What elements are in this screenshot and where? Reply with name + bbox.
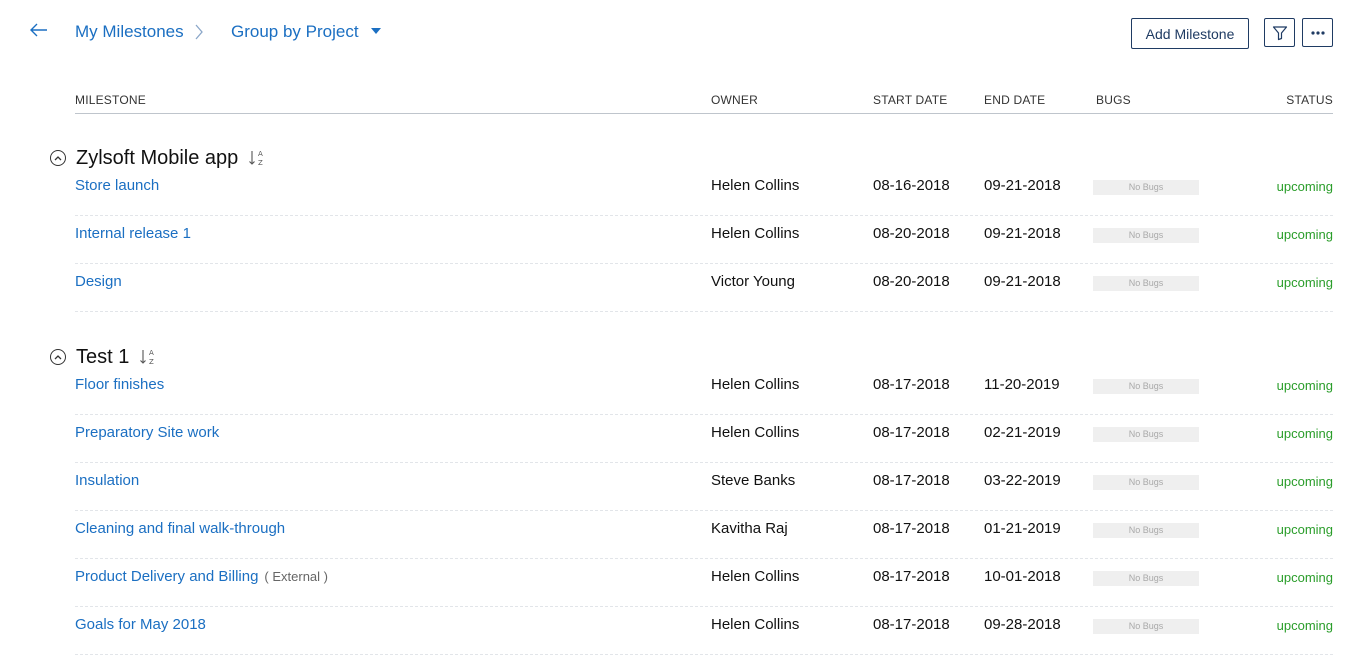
end-date-cell: 01-21-2019 xyxy=(984,520,1061,537)
column-header-status: STATUS xyxy=(1286,93,1333,107)
table-row: Product Delivery and Billing ( External )… xyxy=(75,559,1333,607)
table-row: Internal release 1 Helen Collins 08-20-2… xyxy=(75,216,1333,264)
milestone-link[interactable]: Preparatory Site work xyxy=(75,424,219,441)
table-header: MILESTONE OWNER START DATE END DATE BUGS… xyxy=(75,88,1333,114)
owner-cell: Helen Collins xyxy=(711,424,800,441)
start-date-cell: 08-17-2018 xyxy=(873,424,950,441)
start-date-cell: 08-17-2018 xyxy=(873,520,950,537)
start-date-cell: 08-20-2018 xyxy=(873,225,950,242)
group-title: Test 1 xyxy=(76,345,130,368)
end-date-cell: 09-21-2018 xyxy=(984,225,1061,242)
filter-icon xyxy=(1272,25,1287,40)
table-row: Preparatory Site work Helen Collins 08-1… xyxy=(75,415,1333,463)
collapse-icon[interactable] xyxy=(50,150,66,166)
milestone-link[interactable]: Cleaning and final walk-through xyxy=(75,520,285,537)
svg-text:A: A xyxy=(149,349,154,357)
milestone-link[interactable]: Goals for May 2018 xyxy=(75,616,206,633)
milestone-link[interactable]: Insulation xyxy=(75,472,139,489)
owner-cell: Steve Banks xyxy=(711,472,796,489)
status-badge: upcoming xyxy=(1276,227,1333,242)
sort-alpha-icon[interactable]: A Z xyxy=(139,348,157,366)
more-horizontal-icon xyxy=(1310,30,1325,35)
column-header-end-date: END DATE xyxy=(984,93,1046,107)
start-date-cell: 08-16-2018 xyxy=(873,177,950,194)
owner-cell: Helen Collins xyxy=(711,568,800,585)
column-header-start-date: START DATE xyxy=(873,93,948,107)
bugs-badge: No Bugs xyxy=(1093,619,1199,634)
start-date-cell: 08-17-2018 xyxy=(873,376,950,393)
bugs-badge: No Bugs xyxy=(1093,379,1199,394)
column-header-owner: OWNER xyxy=(711,93,758,107)
bugs-badge: No Bugs xyxy=(1093,228,1199,243)
table-row: Goals for May 2018 Helen Collins 08-17-2… xyxy=(75,607,1333,655)
svg-text:Z: Z xyxy=(149,358,154,366)
status-badge: upcoming xyxy=(1276,378,1333,393)
group-title: Zylsoft Mobile app xyxy=(76,146,239,169)
milestone-link[interactable]: Floor finishes xyxy=(75,376,164,393)
bugs-badge: No Bugs xyxy=(1093,180,1199,195)
end-date-cell: 03-22-2019 xyxy=(984,472,1061,489)
more-options-button[interactable] xyxy=(1302,18,1333,47)
start-date-cell: 08-17-2018 xyxy=(873,616,950,633)
group-by-dropdown[interactable]: Group by Project xyxy=(231,22,381,42)
status-badge: upcoming xyxy=(1276,179,1333,194)
status-badge: upcoming xyxy=(1276,522,1333,537)
status-badge: upcoming xyxy=(1276,275,1333,290)
milestone-link[interactable]: Store launch xyxy=(75,177,159,194)
bugs-badge: No Bugs xyxy=(1093,571,1199,586)
start-date-cell: 08-20-2018 xyxy=(873,273,950,290)
status-badge: upcoming xyxy=(1276,570,1333,585)
bugs-badge: No Bugs xyxy=(1093,475,1199,490)
end-date-cell: 02-21-2019 xyxy=(984,424,1061,441)
owner-cell: Helen Collins xyxy=(711,616,800,633)
start-date-cell: 08-17-2018 xyxy=(873,472,950,489)
back-arrow-icon[interactable] xyxy=(30,20,54,44)
caret-down-icon xyxy=(370,27,381,34)
owner-cell: Helen Collins xyxy=(711,225,800,242)
status-badge: upcoming xyxy=(1276,426,1333,441)
status-badge: upcoming xyxy=(1276,474,1333,489)
top-bar: My Milestones Group by Project Add Miles… xyxy=(0,0,1361,66)
table-row: Insulation Steve Banks 08-17-2018 03-22-… xyxy=(75,463,1333,511)
breadcrumb-my-milestones[interactable]: My Milestones xyxy=(75,22,184,42)
table-row: Store launch Helen Collins 08-16-2018 09… xyxy=(75,168,1333,216)
external-tag: ( External ) xyxy=(264,569,328,584)
owner-cell: Kavitha Raj xyxy=(711,520,788,537)
end-date-cell: 09-21-2018 xyxy=(984,177,1061,194)
milestone-cell: Product Delivery and Billing ( External ) xyxy=(75,568,328,585)
table-row: Design Victor Young 08-20-2018 09-21-201… xyxy=(75,264,1333,312)
collapse-icon[interactable] xyxy=(50,349,66,365)
status-badge: upcoming xyxy=(1276,618,1333,633)
milestone-link[interactable]: Internal release 1 xyxy=(75,225,191,242)
filter-button[interactable] xyxy=(1264,18,1295,47)
end-date-cell: 10-01-2018 xyxy=(984,568,1061,585)
owner-cell: Helen Collins xyxy=(711,177,800,194)
bugs-badge: No Bugs xyxy=(1093,427,1199,442)
milestone-link[interactable]: Product Delivery and Billing xyxy=(75,568,258,585)
column-header-bugs: BUGS xyxy=(1096,93,1131,107)
group-by-label: Group by Project xyxy=(231,22,359,41)
add-milestone-button[interactable]: Add Milestone xyxy=(1131,18,1249,49)
end-date-cell: 09-28-2018 xyxy=(984,616,1061,633)
owner-cell: Victor Young xyxy=(711,273,795,290)
end-date-cell: 09-21-2018 xyxy=(984,273,1061,290)
sort-alpha-icon[interactable]: A Z xyxy=(248,149,266,167)
bugs-badge: No Bugs xyxy=(1093,523,1199,538)
table-row: Floor finishes Helen Collins 08-17-2018 … xyxy=(75,367,1333,415)
svg-text:A: A xyxy=(258,150,263,158)
end-date-cell: 11-20-2019 xyxy=(984,376,1060,393)
table-row: Cleaning and final walk-through Kavitha … xyxy=(75,511,1333,559)
bugs-badge: No Bugs xyxy=(1093,276,1199,291)
column-header-milestone: MILESTONE xyxy=(75,93,146,107)
chevron-right-icon xyxy=(194,22,208,42)
milestone-link[interactable]: Design xyxy=(75,273,122,290)
svg-text:Z: Z xyxy=(258,159,263,167)
owner-cell: Helen Collins xyxy=(711,376,800,393)
start-date-cell: 08-17-2018 xyxy=(873,568,950,585)
